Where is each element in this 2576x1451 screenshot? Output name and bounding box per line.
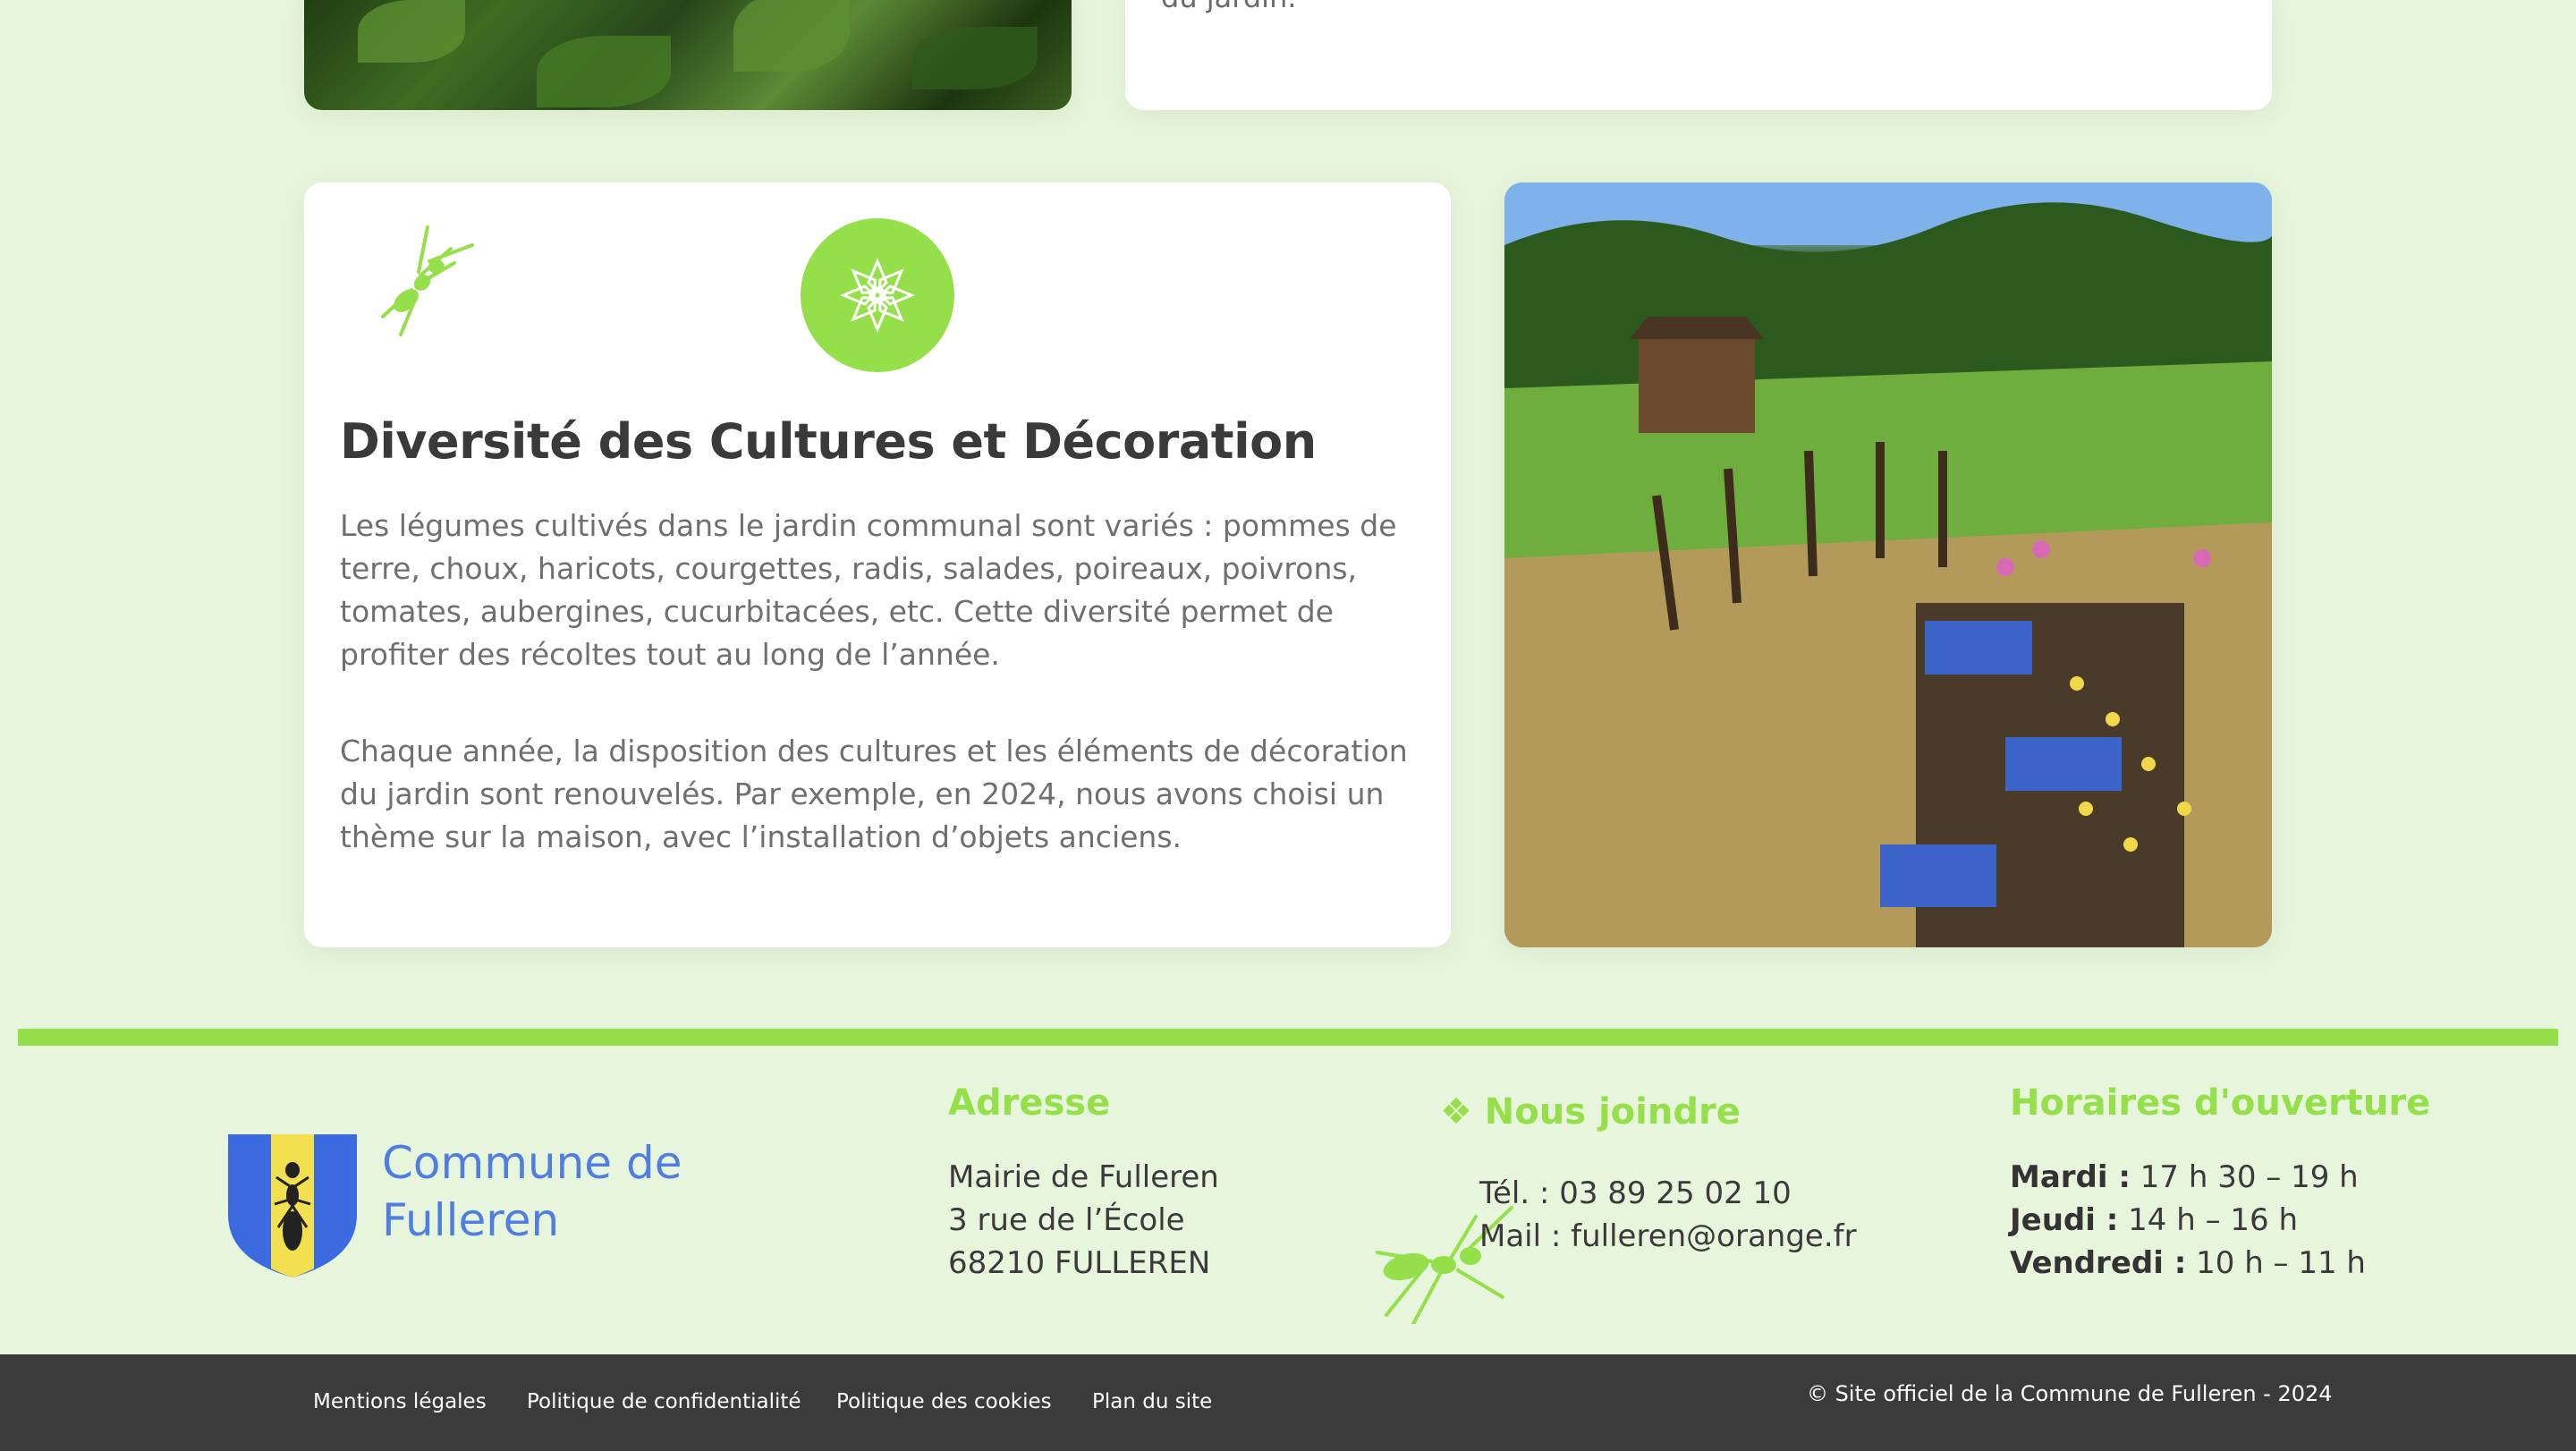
- cookie-policy-link[interactable]: Politique des cookies: [836, 1390, 1052, 1413]
- address-line-3: 68210 FULLEREN: [948, 1245, 1211, 1281]
- commune-logo[interactable]: Commune de Fulleren: [228, 1134, 729, 1277]
- hours-day: Jeudi :: [2010, 1202, 2119, 1238]
- contact-block: Tél. : 03 89 25 02 10 Mail : fulleren@or…: [1479, 1172, 1857, 1258]
- privacy-policy-link[interactable]: Politique de confidentialité: [527, 1390, 801, 1413]
- address-block: Mairie de Fulleren 3 rue de l’École 6821…: [948, 1156, 1219, 1285]
- hours-block: Mardi : 17 h 30 – 19 h Jeudi : 14 h – 16…: [2010, 1156, 2366, 1285]
- top-garden-photo: [304, 0, 1072, 110]
- hours-title: Horaires d'ouverture: [2010, 1082, 2431, 1124]
- commune-name-line-1: Commune de: [382, 1137, 682, 1189]
- feature-paragraph-2: Chaque année, la disposition des culture…: [340, 734, 1408, 854]
- commune-name-line-2: Fulleren: [382, 1194, 560, 1246]
- bottom-bar: Mentions légales Politique de confidenti…: [0, 1354, 2576, 1451]
- address-line-2: 3 rue de l’École: [948, 1202, 1185, 1238]
- contact-title: ❖ Nous joindre: [1440, 1091, 1741, 1133]
- hours-time: 10 h – 11 h: [2196, 1245, 2366, 1281]
- sitemap-link[interactable]: Plan du site: [1092, 1390, 1212, 1413]
- ant-icon: [381, 225, 474, 336]
- hours-time: 14 h – 16 h: [2128, 1202, 2299, 1238]
- address-line-1: Mairie de Fulleren: [948, 1159, 1219, 1195]
- coat-of-arms-icon: [228, 1134, 357, 1277]
- flower-badge: [801, 218, 954, 372]
- garden-illustration: [1504, 182, 2272, 947]
- commune-name: Commune de Fulleren: [382, 1134, 682, 1249]
- phone-link[interactable]: Tél. : 03 89 25 02 10: [1479, 1175, 1792, 1211]
- garden-photo: [1504, 182, 2272, 947]
- top-card-text: du jardin.: [1161, 0, 1297, 13]
- mail-link[interactable]: Mail : fulleren@orange.fr: [1479, 1218, 1857, 1254]
- legal-notice-link[interactable]: Mentions légales: [313, 1390, 487, 1413]
- hours-time: 17 h 30 – 19 h: [2140, 1159, 2359, 1195]
- copyright-text: © Site officiel de la Commune de Fullere…: [1807, 1381, 2333, 1406]
- footer-accent-bar: [18, 1029, 2558, 1046]
- address-title: Adresse: [948, 1082, 1111, 1124]
- feature-title: Diversité des Cultures et Décoration: [340, 413, 1317, 470]
- flower-icon: [840, 258, 915, 333]
- hours-day: Vendredi :: [2010, 1245, 2187, 1281]
- hours-day: Mardi :: [2010, 1159, 2131, 1195]
- top-info-card: du jardin.: [1125, 0, 2272, 110]
- feature-card: Diversité des Cultures et Décoration Les…: [304, 182, 1451, 947]
- feature-paragraph-1: Les légumes cultivés dans le jardin comm…: [340, 508, 1397, 672]
